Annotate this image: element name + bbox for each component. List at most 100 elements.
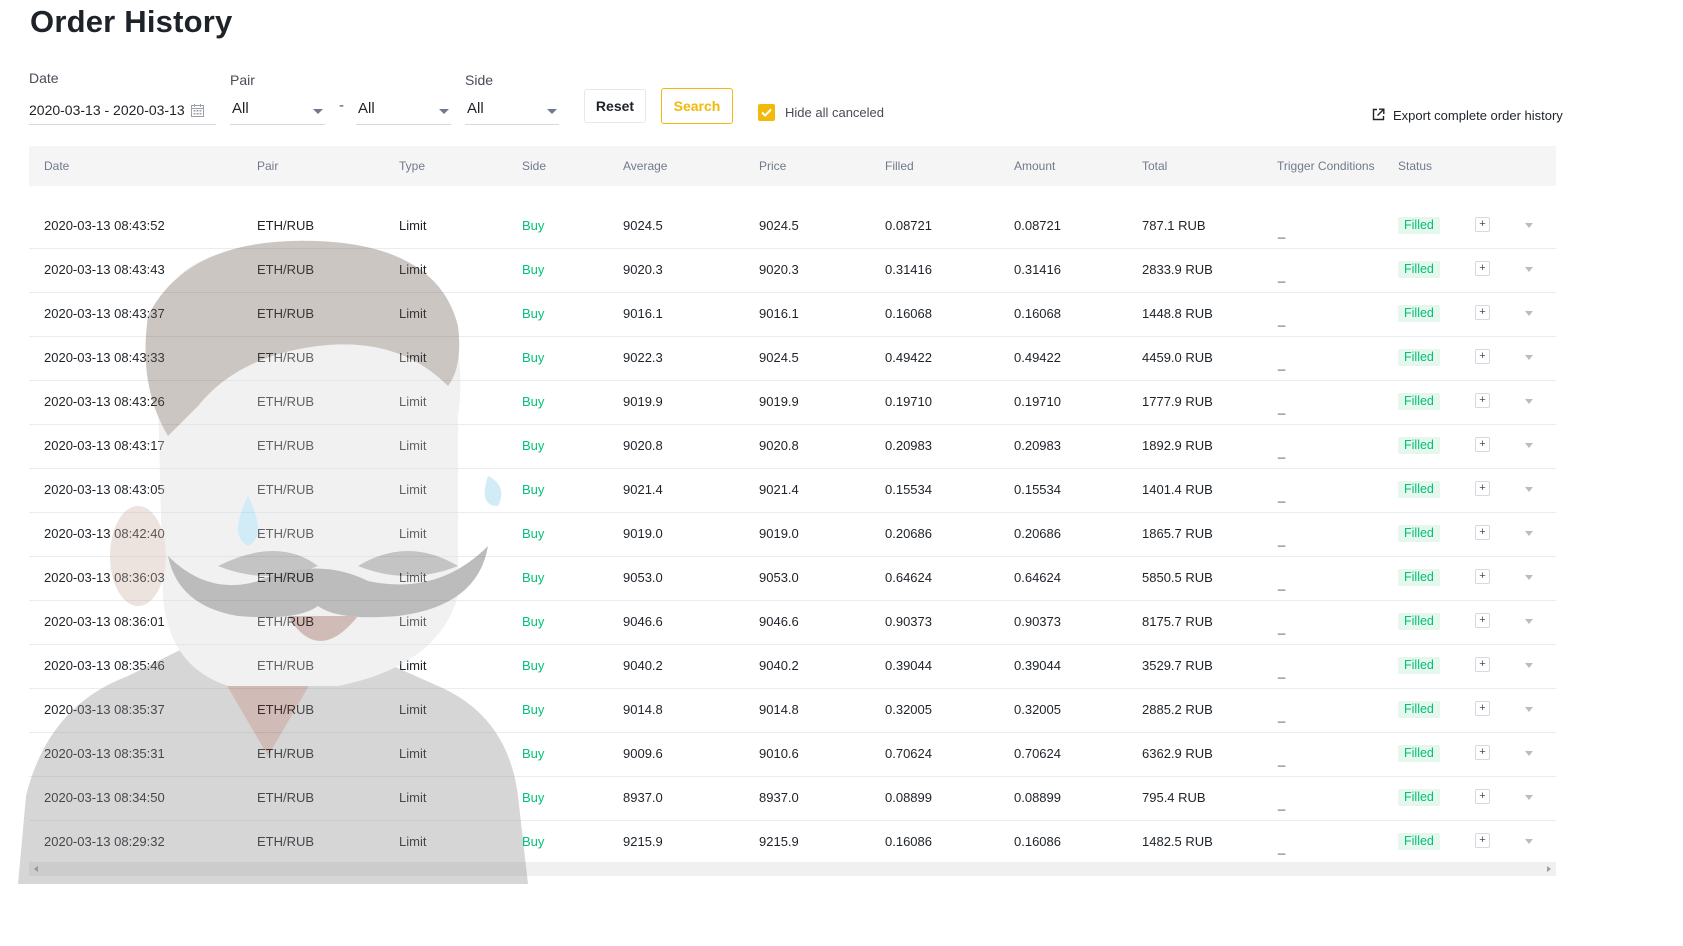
- order-average: 9009.6: [623, 746, 663, 761]
- order-date: 2020-03-13 08:43:33: [44, 350, 165, 365]
- order-side: Buy: [522, 614, 545, 629]
- chevron-down-icon[interactable]: [1525, 443, 1533, 448]
- order-average: 9016.1: [623, 306, 663, 321]
- chevron-down-icon[interactable]: [1525, 487, 1533, 492]
- order-average: 9215.9: [623, 834, 663, 849]
- plus-icon[interactable]: +: [1475, 833, 1490, 848]
- date-range-input[interactable]: 2020-03-13 - 2020-03-13: [29, 102, 185, 118]
- order-date: 2020-03-13 08:35:31: [44, 746, 165, 761]
- scroll-left-arrow-icon[interactable]: [34, 866, 38, 872]
- plus-icon[interactable]: +: [1475, 613, 1490, 628]
- order-side: Buy: [522, 570, 545, 585]
- order-date: 2020-03-13 08:43:26: [44, 394, 165, 409]
- external-link-icon[interactable]: [1372, 108, 1385, 121]
- order-pair: ETH/RUB: [257, 834, 315, 849]
- order-total: 787.1 RUB: [1142, 218, 1206, 233]
- plus-icon[interactable]: +: [1475, 525, 1490, 540]
- plus-icon[interactable]: +: [1475, 437, 1490, 452]
- pair-base-select[interactable]: All: [230, 96, 325, 125]
- table-row: 2020-03-13 08:43:52 ETH/RUB Limit Buy 9024.5…: [29, 205, 1556, 249]
- chevron-down-icon[interactable]: [1525, 839, 1533, 844]
- reset-button[interactable]: Reset: [584, 89, 646, 123]
- order-amount: 0.16086: [1014, 834, 1061, 849]
- order-pair: ETH/RUB: [257, 614, 315, 629]
- order-average: 9053.0: [623, 570, 663, 585]
- order-side: Buy: [522, 834, 545, 849]
- order-total: 4459.0 RUB: [1142, 350, 1213, 365]
- order-trigger-conditions: _: [1278, 840, 1286, 855]
- chevron-down-icon[interactable]: [1525, 619, 1533, 624]
- chevron-down-icon[interactable]: [1525, 267, 1533, 272]
- order-price: 9010.6: [759, 746, 799, 761]
- plus-icon[interactable]: +: [1475, 569, 1490, 584]
- side-select[interactable]: All: [465, 96, 559, 125]
- order-date: 2020-03-13 08:35:37: [44, 702, 165, 717]
- plus-icon[interactable]: +: [1475, 393, 1490, 408]
- order-total: 3529.7 RUB: [1142, 658, 1213, 673]
- order-trigger-conditions: _: [1278, 752, 1286, 767]
- plus-icon[interactable]: +: [1475, 217, 1490, 232]
- order-pair: ETH/RUB: [257, 306, 315, 321]
- status-badge: Filled: [1398, 305, 1440, 322]
- chevron-down-icon[interactable]: [1525, 663, 1533, 668]
- plus-icon[interactable]: +: [1475, 481, 1490, 496]
- hide-canceled-label[interactable]: Hide all canceled: [785, 105, 884, 120]
- chevron-down-icon[interactable]: [1525, 311, 1533, 316]
- order-type: Limit: [399, 658, 427, 673]
- order-date: 2020-03-13 08:43:05: [44, 482, 165, 497]
- order-date: 2020-03-13 08:43:52: [44, 218, 165, 233]
- order-filled: 0.15534: [885, 482, 932, 497]
- chevron-down-icon[interactable]: [1525, 399, 1533, 404]
- order-pair: ETH/RUB: [257, 262, 315, 277]
- plus-icon[interactable]: +: [1475, 261, 1490, 276]
- order-total: 1482.5 RUB: [1142, 834, 1213, 849]
- table-row: 2020-03-13 08:35:37 ETH/RUB Limit Buy 9014.8…: [29, 689, 1556, 733]
- order-price: 9024.5: [759, 218, 799, 233]
- calendar-icon[interactable]: [191, 104, 204, 117]
- table-row: 2020-03-13 08:34:50 ETH/RUB Limit Buy 8937.0…: [29, 777, 1556, 821]
- plus-icon[interactable]: +: [1475, 701, 1490, 716]
- plus-icon[interactable]: +: [1475, 657, 1490, 672]
- order-side: Buy: [522, 702, 545, 717]
- scroll-right-arrow-icon[interactable]: [1547, 866, 1551, 872]
- order-type: Limit: [399, 218, 427, 233]
- chevron-down-icon[interactable]: [1525, 707, 1533, 712]
- order-average: 9020.3: [623, 262, 663, 277]
- order-amount: 0.16068: [1014, 306, 1061, 321]
- order-side: Buy: [522, 790, 545, 805]
- chevron-down-icon[interactable]: [1525, 575, 1533, 580]
- chevron-down-icon[interactable]: [1525, 355, 1533, 360]
- order-price: 9019.9: [759, 394, 799, 409]
- order-filled: 0.20686: [885, 526, 932, 541]
- search-button[interactable]: Search: [661, 88, 733, 124]
- order-price: 9215.9: [759, 834, 799, 849]
- order-amount: 0.08721: [1014, 218, 1061, 233]
- order-filled: 0.16086: [885, 834, 932, 849]
- horizontal-scrollbar[interactable]: [29, 862, 1556, 876]
- pair-quote-select[interactable]: All: [356, 96, 451, 125]
- plus-icon[interactable]: +: [1475, 349, 1490, 364]
- plus-icon[interactable]: +: [1475, 789, 1490, 804]
- plus-icon[interactable]: +: [1475, 305, 1490, 320]
- order-date: 2020-03-13 08:36:03: [44, 570, 165, 585]
- order-pair: ETH/RUB: [257, 790, 315, 805]
- table-row: 2020-03-13 08:35:31 ETH/RUB Limit Buy 9009.6…: [29, 733, 1556, 777]
- plus-icon[interactable]: +: [1475, 745, 1490, 760]
- order-amount: 0.90373: [1014, 614, 1061, 629]
- order-filled: 0.32005: [885, 702, 932, 717]
- chevron-down-icon[interactable]: [1525, 531, 1533, 536]
- hide-canceled-checkbox[interactable]: [758, 104, 775, 121]
- order-trigger-conditions: _: [1278, 532, 1286, 547]
- chevron-down-icon[interactable]: [1525, 223, 1533, 228]
- order-pair: ETH/RUB: [257, 438, 315, 453]
- chevron-down-icon[interactable]: [1525, 751, 1533, 756]
- order-trigger-conditions: _: [1278, 224, 1286, 239]
- export-order-history-link[interactable]: Export complete order history: [1393, 108, 1563, 123]
- order-price: 9020.8: [759, 438, 799, 453]
- order-average: 9014.8: [623, 702, 663, 717]
- chevron-down-icon[interactable]: [1525, 795, 1533, 800]
- table-row: 2020-03-13 08:36:01 ETH/RUB Limit Buy 9046.6…: [29, 601, 1556, 645]
- order-side: Buy: [522, 482, 545, 497]
- order-average: 8937.0: [623, 790, 663, 805]
- pair-separator: -: [339, 97, 344, 114]
